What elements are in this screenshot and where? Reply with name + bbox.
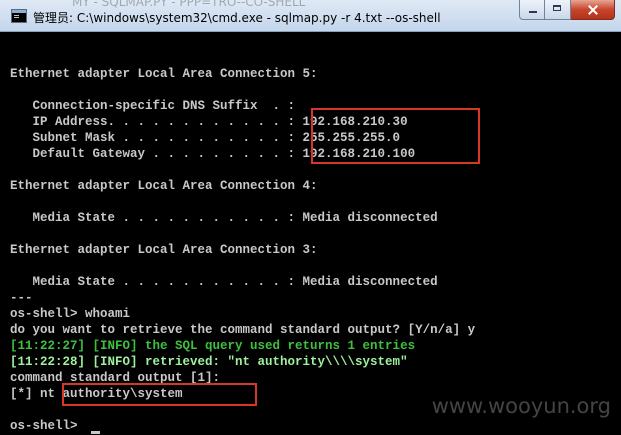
title-bar[interactable]: MY - SQLMAP.PY - PPP=TRO--CO-SHELL 管理员: …: [0, 0, 621, 32]
terminal-output[interactable]: Ethernet adapter Local Area Connection 5…: [0, 32, 621, 435]
network-info-highlight-box: [311, 108, 480, 164]
terminal-line-dns-suffix: Connection-specific DNS Suffix . :: [10, 99, 296, 113]
watermark-text: www.wooyun.org: [431, 394, 611, 418]
window-title: 管理员: C:\windows\system32\cmd.exe - sqlma…: [33, 11, 441, 25]
close-icon[interactable]: [571, 0, 615, 20]
terminal-line-adapter3: Ethernet adapter Local Area Connection 3…: [10, 243, 318, 257]
maximize-icon[interactable]: [545, 0, 571, 20]
terminal-line-info-retrieved: [11:22:28] [INFO] retrieved: "nt authori…: [10, 355, 408, 369]
terminal-line-adapter4: Ethernet adapter Local Area Connection 4…: [10, 179, 318, 193]
terminal-line-separator: ---: [10, 291, 33, 305]
cmd-app-icon[interactable]: [11, 9, 27, 23]
title-ghost-text: MY - SQLMAP.PY - PPP=TRO--CO-SHELL: [72, 0, 306, 9]
terminal-line-prompt[interactable]: os-shell>: [10, 418, 85, 434]
terminal-line-retrieve-prompt: do you want to retrieve the command stan…: [10, 323, 476, 337]
window-controls: [519, 0, 615, 20]
minimize-icon[interactable]: [519, 0, 545, 20]
terminal-line-media-state-3: Media State . . . . . . . . . . . : Medi…: [10, 275, 438, 289]
terminal-line-whoami: os-shell> whoami: [10, 307, 131, 321]
whoami-result-highlight-box: [62, 383, 257, 406]
terminal-line-info-query: [11:22:27] [INFO] the SQL query used ret…: [10, 339, 416, 353]
cmd-window: MY - SQLMAP.PY - PPP=TRO--CO-SHELL 管理员: …: [0, 0, 621, 435]
text-cursor: [91, 431, 100, 434]
terminal-line-media-state-4: Media State . . . . . . . . . . . : Medi…: [10, 211, 438, 225]
terminal-line-adapter5: Ethernet adapter Local Area Connection 5…: [10, 67, 318, 81]
